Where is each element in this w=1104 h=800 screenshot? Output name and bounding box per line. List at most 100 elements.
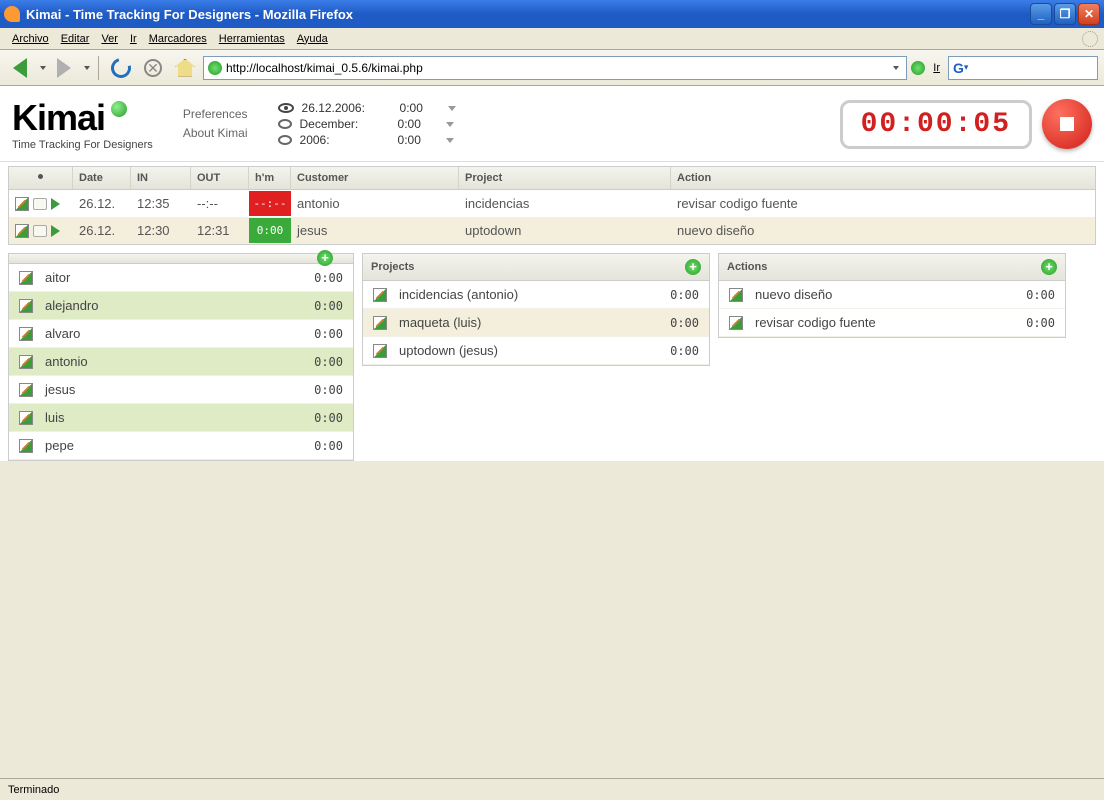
panels-row: + aitor 0:00 alejandro 0:00 alvaro 0:00 … — [8, 253, 1096, 461]
forward-button[interactable] — [50, 54, 78, 82]
app-header: Kimai Time Tracking For Designers Prefer… — [0, 87, 1104, 162]
action-name: nuevo diseño — [755, 287, 1026, 302]
edit-icon[interactable] — [19, 439, 33, 453]
project-time: 0:00 — [670, 316, 699, 330]
url-dropdown-icon[interactable] — [888, 66, 902, 70]
th-project[interactable]: Project — [459, 167, 671, 189]
back-dropdown-icon[interactable] — [40, 66, 46, 70]
edit-icon[interactable] — [373, 344, 387, 358]
edit-icon[interactable] — [729, 316, 743, 330]
list-item[interactable]: maqueta (luis) 0:00 — [363, 309, 709, 337]
action-time: 0:00 — [1026, 316, 1055, 330]
th-hm[interactable]: h'm — [249, 167, 291, 189]
stat-date-value: 0:00 — [400, 101, 440, 115]
menu-herramientas[interactable]: Herramientas — [213, 31, 291, 47]
th-date[interactable]: Date — [73, 167, 131, 189]
th-customer[interactable]: Customer — [291, 167, 459, 189]
list-item[interactable]: jesus 0:00 — [9, 376, 353, 404]
table-row[interactable]: 26.12. 12:35 --:-- --:-- antonio inciden… — [9, 190, 1095, 217]
customers-panel: + aitor 0:00 alejandro 0:00 alvaro 0:00 … — [8, 253, 354, 461]
list-item[interactable]: pepe 0:00 — [9, 432, 353, 460]
edit-icon[interactable] — [19, 271, 33, 285]
home-button[interactable] — [171, 54, 199, 82]
play-icon[interactable] — [51, 225, 60, 237]
edit-icon[interactable] — [19, 355, 33, 369]
list-item[interactable]: alvaro 0:00 — [9, 320, 353, 348]
edit-icon[interactable] — [373, 316, 387, 330]
list-item[interactable]: nuevo diseño 0:00 — [719, 281, 1065, 309]
menu-editar[interactable]: Editar — [55, 31, 96, 47]
favicon-icon — [208, 61, 222, 75]
url-text[interactable]: http://localhost/kimai_0.5.6/kimai.php — [226, 61, 888, 75]
menu-archivo[interactable]: Archivo — [6, 31, 55, 47]
list-item[interactable]: uptodown (jesus) 0:00 — [363, 337, 709, 365]
forward-dropdown-icon[interactable] — [84, 66, 90, 70]
back-button[interactable] — [6, 54, 34, 82]
loop-icon — [278, 135, 292, 145]
about-link[interactable]: About Kimai — [183, 124, 248, 143]
projects-panel: Projects + incidencias (antonio) 0:00 ma… — [362, 253, 710, 366]
menu-marcadores[interactable]: Marcadores — [143, 31, 213, 47]
edit-icon[interactable] — [15, 197, 29, 211]
customer-time: 0:00 — [314, 411, 343, 425]
maximize-button[interactable]: ❐ — [1054, 3, 1076, 25]
list-item[interactable]: luis 0:00 — [9, 404, 353, 432]
play-icon[interactable] — [51, 198, 60, 210]
search-box[interactable]: G ▾ — [948, 56, 1098, 80]
add-customer-button[interactable]: + — [317, 250, 333, 266]
edit-icon[interactable] — [373, 288, 387, 302]
stat-dropdown-icon[interactable] — [446, 138, 454, 143]
edit-icon[interactable] — [19, 327, 33, 341]
edit-icon[interactable] — [19, 411, 33, 425]
list-item[interactable]: aitor 0:00 — [9, 264, 353, 292]
timer-display: 00:00:05 — [840, 100, 1032, 149]
kimai-logo: Kimai — [12, 97, 153, 139]
minimize-button[interactable]: _ — [1030, 3, 1052, 25]
edit-icon[interactable] — [15, 224, 29, 238]
note-icon[interactable] — [33, 198, 47, 210]
reload-button[interactable] — [107, 54, 135, 82]
th-out[interactable]: OUT — [191, 167, 249, 189]
edit-icon[interactable] — [19, 383, 33, 397]
list-item[interactable]: incidencias (antonio) 0:00 — [363, 281, 709, 309]
edit-icon[interactable] — [729, 288, 743, 302]
projects-title: Projects — [371, 261, 685, 273]
stat-year-label: 2006: — [300, 133, 390, 147]
stat-dropdown-icon[interactable] — [446, 122, 454, 127]
menu-ver[interactable]: Ver — [95, 31, 124, 47]
app-content: Kimai Time Tracking For Designers Prefer… — [0, 86, 1104, 461]
list-item[interactable]: revisar codigo fuente 0:00 — [719, 309, 1065, 337]
th-in[interactable]: IN — [131, 167, 191, 189]
menu-ir[interactable]: Ir — [124, 31, 143, 47]
url-bar[interactable]: http://localhost/kimai_0.5.6/kimai.php — [203, 56, 907, 80]
stop-record-button[interactable] — [1042, 99, 1092, 149]
th-action[interactable]: Action — [671, 167, 1095, 189]
stat-dropdown-icon[interactable] — [448, 106, 456, 111]
go-icon[interactable] — [911, 61, 925, 75]
cell-customer: antonio — [291, 190, 459, 217]
window-titlebar: Kimai - Time Tracking For Designers - Mo… — [0, 0, 1104, 28]
project-name: uptodown (jesus) — [399, 343, 670, 358]
projects-list: incidencias (antonio) 0:00 maqueta (luis… — [363, 281, 709, 365]
logo-dot-icon — [111, 101, 127, 117]
menu-ayuda[interactable]: Ayuda — [291, 31, 334, 47]
customers-list[interactable]: aitor 0:00 alejandro 0:00 alvaro 0:00 an… — [9, 264, 353, 460]
customers-header: + — [9, 254, 353, 264]
add-action-button[interactable]: + — [1041, 259, 1057, 275]
list-item[interactable]: antonio 0:00 — [9, 348, 353, 376]
list-item[interactable]: alejandro 0:00 — [9, 292, 353, 320]
customer-time: 0:00 — [314, 327, 343, 341]
cell-in: 12:30 — [131, 217, 191, 244]
add-project-button[interactable]: + — [685, 259, 701, 275]
go-label[interactable]: Ir — [933, 62, 940, 74]
table-row[interactable]: 26.12. 12:30 12:31 0:00 jesus uptodown n… — [9, 217, 1095, 244]
close-button[interactable]: ✕ — [1078, 3, 1100, 25]
th-icons — [9, 167, 73, 189]
note-icon[interactable] — [33, 225, 47, 237]
entries-table: Date IN OUT h'm Customer Project Action … — [8, 166, 1096, 245]
stop-button[interactable]: ✕ — [139, 54, 167, 82]
preferences-link[interactable]: Preferences — [183, 105, 248, 124]
edit-icon[interactable] — [19, 299, 33, 313]
customer-time: 0:00 — [314, 355, 343, 369]
cell-customer: jesus — [291, 217, 459, 244]
